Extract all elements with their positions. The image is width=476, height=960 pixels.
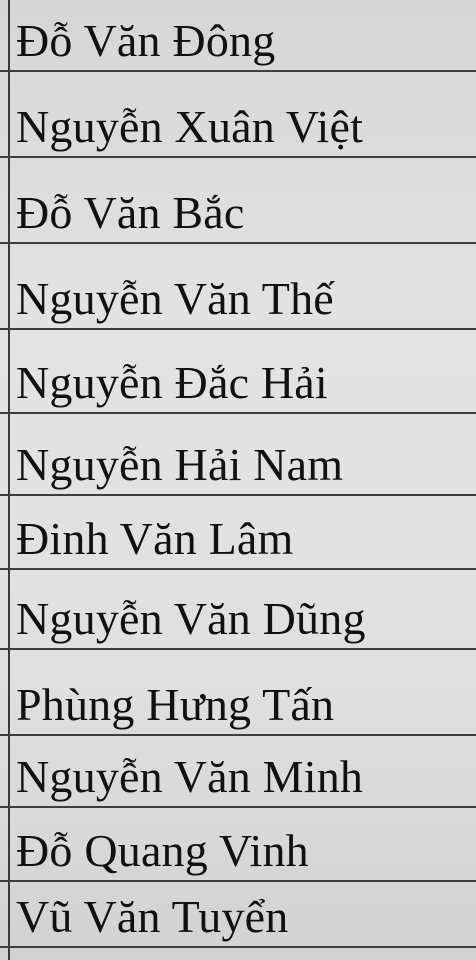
table-row[interactable]: Nguyễn Hải Nam (0, 414, 476, 496)
cell-name: Nguyễn Đắc Hải (16, 357, 328, 408)
cell-name: Đỗ Quang Vinh (16, 825, 309, 876)
table-row[interactable]: Nguyễn Đắc Hải (0, 330, 476, 414)
cell-name: Nguyễn Hải Nam (16, 439, 344, 490)
table-row[interactable]: Đỗ Văn Đông (0, 0, 476, 72)
table-row[interactable]: Đỗ Văn Bắc (0, 158, 476, 244)
cell-name: Đinh Văn Lâm (16, 513, 294, 564)
table-row[interactable]: Nguyễn Xuân Việt (0, 72, 476, 158)
spreadsheet-column: Đỗ Văn Đông Nguyễn Xuân Việt Đỗ Văn Bắc … (0, 0, 476, 960)
cell-name: Đỗ Văn Đông (16, 15, 276, 66)
table-row[interactable]: Đinh Văn Lâm (0, 496, 476, 570)
cell-name: Nguyễn Văn Thế (16, 273, 334, 324)
table-row[interactable]: Nguyễn Văn Thế (0, 244, 476, 330)
cell-name: Nguyễn Xuân Việt (16, 101, 364, 152)
cell-name: Phùng Hưng Tấn (16, 679, 335, 730)
cell-name: Nguyễn Văn Dũng (16, 593, 366, 644)
table-row[interactable]: Nguyễn Văn Dũng (0, 570, 476, 650)
table-row[interactable]: Phùng Hưng Tấn (0, 650, 476, 736)
cell-name: Nguyễn Văn Minh (16, 751, 364, 802)
table-row[interactable]: Nguyễn Văn Minh (0, 736, 476, 808)
cell-name: Vũ Văn Tuyển (16, 891, 289, 942)
table-row[interactable]: Đỗ Quang Vinh (0, 808, 476, 882)
table-row[interactable]: Vũ Văn Tuyển (0, 882, 476, 948)
cell-name: Đỗ Văn Bắc (16, 187, 245, 238)
